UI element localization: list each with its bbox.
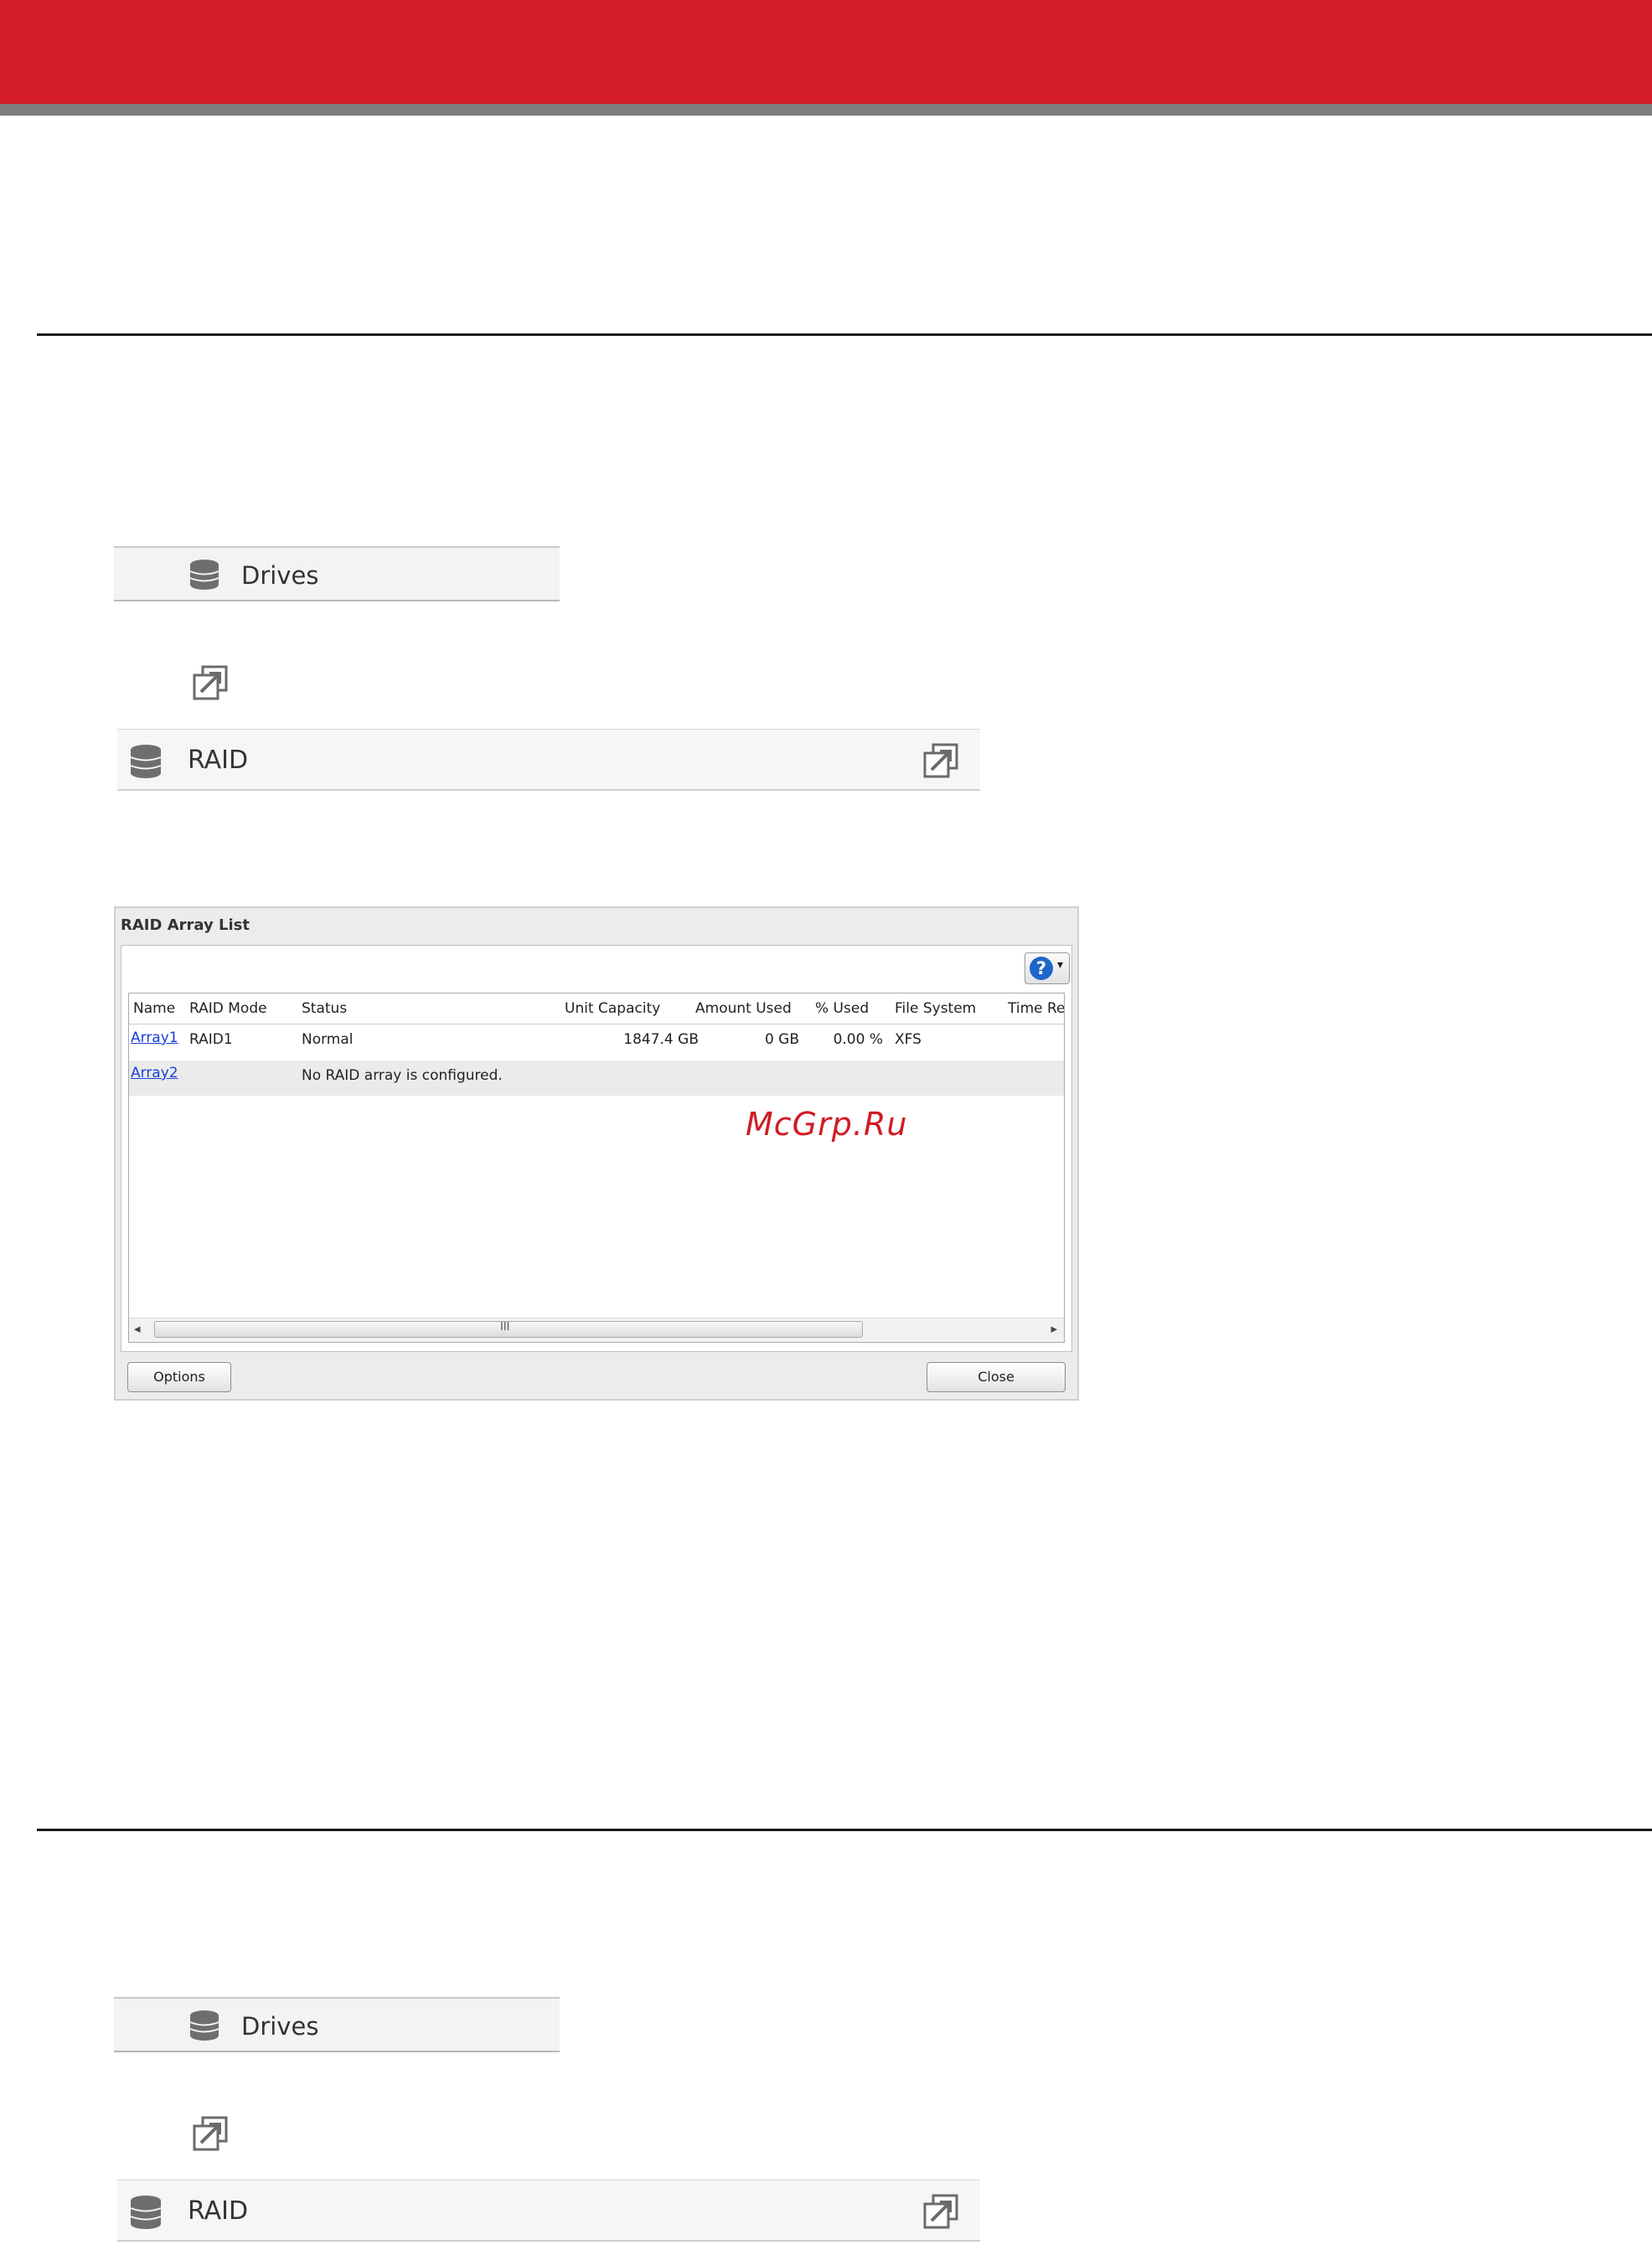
database-icon bbox=[188, 2009, 221, 2046]
column-header[interactable]: Status bbox=[302, 1000, 347, 1017]
section-divider bbox=[37, 333, 1652, 336]
database-icon bbox=[188, 558, 221, 595]
column-header[interactable]: % Used bbox=[815, 1000, 869, 1017]
drives-label: Drives bbox=[241, 2012, 319, 2041]
raid-label: RAID bbox=[188, 2196, 249, 2226]
raid-array-list-dialog: RAID Array List ? ▾ Name RAID Mode Statu… bbox=[114, 906, 1079, 1401]
column-header[interactable]: Time Re bbox=[1008, 1000, 1064, 1017]
drives-menu-item[interactable]: Drives bbox=[114, 546, 560, 601]
options-button[interactable]: Options bbox=[127, 1362, 231, 1392]
section-divider bbox=[37, 1829, 1652, 1831]
header-bar bbox=[0, 0, 1652, 104]
external-link-icon bbox=[193, 2116, 228, 2155]
array-link[interactable]: Array2 bbox=[131, 1065, 178, 1081]
dialog-content: ? ▾ Name RAID Mode Status Unit Capacity … bbox=[121, 945, 1072, 1352]
help-button[interactable]: ? ▾ bbox=[1025, 952, 1070, 984]
help-icon: ? bbox=[1030, 957, 1053, 980]
raid-menu-item[interactable]: RAID bbox=[117, 2180, 980, 2242]
scrollbar-grip: III bbox=[500, 1321, 510, 1334]
close-button[interactable]: Close bbox=[927, 1362, 1066, 1392]
external-link-icon[interactable] bbox=[923, 743, 958, 782]
percent-used-cell: 0.00 % bbox=[833, 1031, 883, 1048]
status-cell: No RAID array is configured. bbox=[302, 1067, 503, 1084]
table-row[interactable]: Array1 RAID1 Normal 1847.4 GB 0 GB 0.00 … bbox=[129, 1024, 1064, 1060]
drives-menu-item[interactable]: Drives bbox=[114, 1997, 560, 2052]
raid-array-table: Name RAID Mode Status Unit Capacity Amou… bbox=[128, 993, 1065, 1343]
column-header[interactable]: File System bbox=[895, 1000, 976, 1017]
dialog-title: RAID Array List bbox=[121, 916, 250, 934]
scroll-right-icon[interactable]: ▸ bbox=[1051, 1321, 1057, 1336]
database-icon bbox=[129, 743, 163, 783]
column-header[interactable]: Unit Capacity bbox=[565, 1000, 660, 1017]
scrollbar-thumb[interactable]: III bbox=[154, 1321, 863, 1338]
watermark-text: McGrp.Ru bbox=[746, 1106, 908, 1143]
column-header[interactable]: RAID Mode bbox=[189, 1000, 267, 1017]
table-row[interactable]: Array2 No RAID array is configured. bbox=[129, 1060, 1064, 1096]
external-link-icon[interactable] bbox=[923, 2194, 958, 2232]
file-system-cell: XFS bbox=[895, 1031, 922, 1048]
raid-menu-item[interactable]: RAID bbox=[117, 729, 980, 791]
scroll-left-icon[interactable]: ◂ bbox=[134, 1321, 141, 1336]
unit-capacity-cell: 1847.4 GB bbox=[623, 1031, 699, 1048]
database-icon bbox=[129, 2194, 163, 2234]
array-link[interactable]: Array1 bbox=[131, 1030, 178, 1046]
raid-label: RAID bbox=[188, 746, 249, 775]
column-header[interactable]: Amount Used bbox=[695, 1000, 792, 1017]
horizontal-scrollbar[interactable]: ◂ III ▸ bbox=[129, 1318, 1064, 1342]
external-link-icon bbox=[193, 665, 228, 704]
header-bar-shadow bbox=[0, 104, 1652, 116]
column-header[interactable]: Name bbox=[133, 1000, 175, 1017]
raid-mode-cell: RAID1 bbox=[189, 1031, 233, 1048]
table-header: Name RAID Mode Status Unit Capacity Amou… bbox=[129, 993, 1064, 1024]
dropdown-caret-icon: ▾ bbox=[1057, 958, 1064, 972]
status-cell: Normal bbox=[302, 1031, 354, 1048]
drives-label: Drives bbox=[241, 561, 319, 590]
amount-used-cell: 0 GB bbox=[764, 1031, 799, 1048]
